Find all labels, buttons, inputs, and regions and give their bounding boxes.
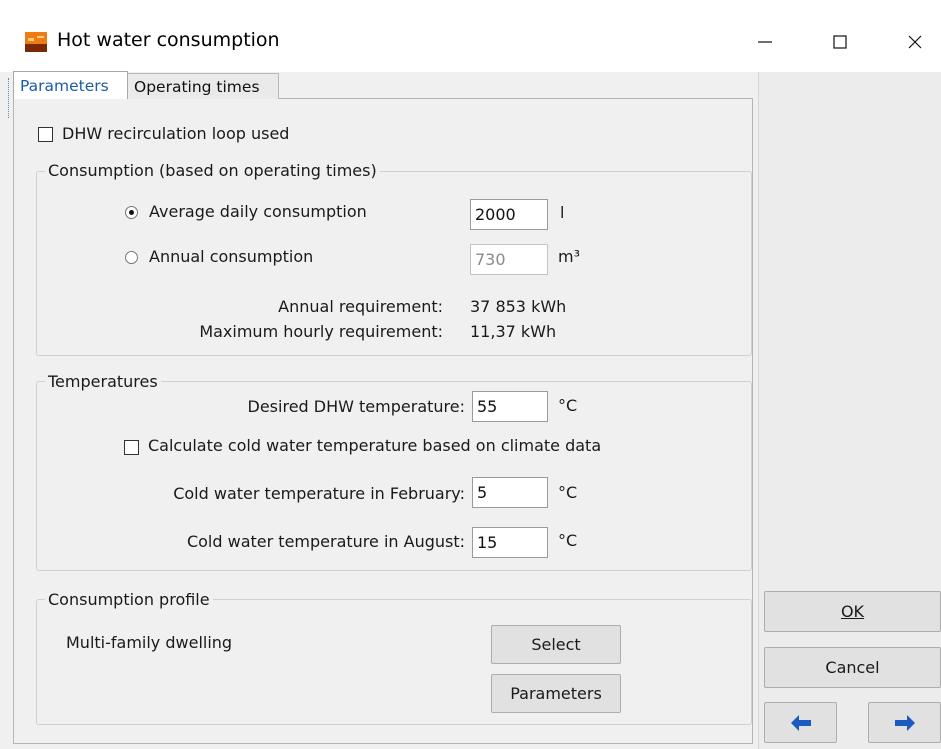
- cold-aug-label: Cold water temperature in August:: [186, 532, 465, 551]
- close-icon: [908, 35, 922, 49]
- forward-button[interactable]: [868, 702, 941, 743]
- tab-operating-times[interactable]: Operating times: [127, 73, 279, 99]
- select-button[interactable]: Select: [491, 625, 621, 664]
- app-logo-icon: [25, 32, 47, 52]
- profile-group-title: Consumption profile: [45, 590, 213, 609]
- annual-consumption-label: Annual consumption: [149, 247, 314, 266]
- arrow-left-icon: [790, 714, 811, 731]
- recirculation-label: DHW recirculation loop used: [62, 124, 290, 143]
- annual-requirement-label: Annual requirement:: [278, 297, 443, 316]
- profile-parameters-button[interactable]: Parameters: [491, 674, 621, 713]
- arrow-right-icon: [894, 714, 915, 731]
- annual-consumption-radio[interactable]: [125, 251, 138, 264]
- maximize-icon: [833, 35, 847, 49]
- desired-dhw-unit: °C: [558, 396, 578, 415]
- cold-feb-input[interactable]: 5: [472, 477, 548, 508]
- profile-group: [36, 599, 752, 725]
- cold-aug-unit: °C: [558, 531, 578, 550]
- ok-button-label: OK: [840, 602, 865, 621]
- calc-cold-water-checkbox[interactable]: [124, 440, 139, 455]
- back-button[interactable]: [764, 702, 837, 743]
- window-top-edge: [0, 0, 941, 12]
- close-button[interactable]: [895, 26, 935, 58]
- desired-dhw-input[interactable]: 55: [472, 391, 548, 422]
- cancel-button[interactable]: Cancel: [764, 647, 941, 688]
- max-hourly-requirement-label: Maximum hourly requirement:: [199, 322, 443, 341]
- window-title: Hot water consumption: [57, 29, 280, 51]
- annual-consumption-unit: m³: [558, 247, 580, 266]
- annual-requirement-value: 37 853 kWh: [470, 297, 567, 316]
- tab-parameters[interactable]: Parameters: [13, 71, 128, 99]
- consumption-group-title: Consumption (based on operating times): [45, 161, 380, 180]
- cold-feb-label: Cold water temperature in February:: [173, 484, 465, 503]
- temperatures-group-title: Temperatures: [45, 372, 161, 391]
- average-daily-unit: l: [560, 203, 565, 222]
- annual-consumption-input[interactable]: 730: [470, 244, 548, 275]
- minimize-icon: [758, 41, 772, 43]
- calc-cold-water-label: Calculate cold water temperature based o…: [148, 436, 602, 455]
- desired-dhw-label: Desired DHW temperature:: [247, 397, 465, 416]
- cold-aug-input[interactable]: 15: [472, 527, 548, 558]
- minimize-button[interactable]: [745, 26, 785, 58]
- profile-name: Multi-family dwelling: [66, 633, 233, 652]
- cold-feb-unit: °C: [558, 483, 578, 502]
- recirculation-checkbox[interactable]: [38, 127, 53, 142]
- average-daily-input[interactable]: 2000: [470, 199, 548, 230]
- average-daily-radio[interactable]: [125, 206, 138, 219]
- average-daily-label: Average daily consumption: [149, 202, 367, 221]
- max-hourly-requirement-value: 11,37 kWh: [470, 322, 557, 341]
- ok-button[interactable]: OK: [764, 591, 941, 632]
- focus-dotted-line: [8, 78, 9, 118]
- maximize-button[interactable]: [820, 26, 860, 58]
